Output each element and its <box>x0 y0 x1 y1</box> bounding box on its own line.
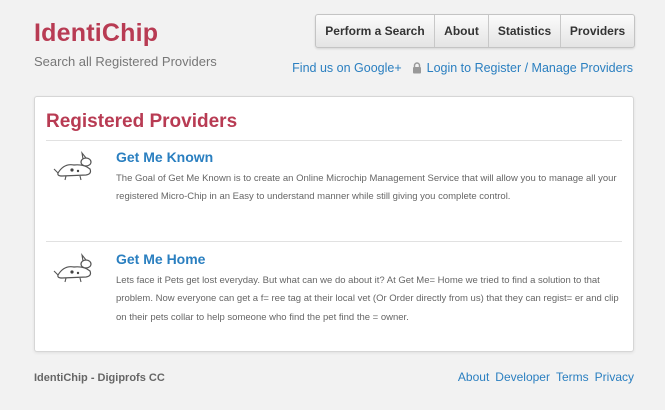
footer-privacy-link[interactable]: Privacy <box>595 370 634 384</box>
nav-statistics[interactable]: Statistics <box>488 15 560 47</box>
footer-developer-link[interactable]: Developer <box>495 370 550 384</box>
nav-about[interactable]: About <box>434 15 488 47</box>
site-logo-text[interactable]: IdentiChip <box>34 19 158 48</box>
nav-perform-search[interactable]: Perform a Search <box>316 15 434 47</box>
footer-links: About Developer Terms Privacy <box>458 370 634 384</box>
provider-name-link[interactable]: Get Me Known <box>116 149 213 165</box>
site-tagline: Search all Registered Providers <box>34 54 217 69</box>
lock-icon <box>412 62 422 74</box>
sleeping-dog-icon <box>52 251 96 283</box>
provider-description: The Goal of Get Me Known is to create an… <box>116 173 617 203</box>
provider-description: Lets face it Pets get lost everyday. But… <box>116 275 619 323</box>
footer-copyright: IdentiChip - Digiprofs CC <box>34 372 165 384</box>
nav-providers[interactable]: Providers <box>560 15 634 47</box>
panel-title: Registered Providers <box>46 111 238 132</box>
main-nav: Perform a Search About Statistics Provid… <box>315 14 635 48</box>
provider-name-link[interactable]: Get Me Home <box>116 251 205 267</box>
header-links: Find us on Google+ Login to Register / M… <box>292 61 633 75</box>
divider <box>46 140 622 141</box>
footer-about-link[interactable]: About <box>458 370 489 384</box>
divider <box>46 241 622 242</box>
google-plus-link[interactable]: Find us on Google+ <box>292 61 401 75</box>
login-link[interactable]: Login to Register / Manage Providers <box>427 61 633 75</box>
providers-panel: Registered Providers Get Me Known The Go… <box>34 96 634 352</box>
footer-terms-link[interactable]: Terms <box>556 370 589 384</box>
sleeping-dog-icon <box>52 149 96 181</box>
